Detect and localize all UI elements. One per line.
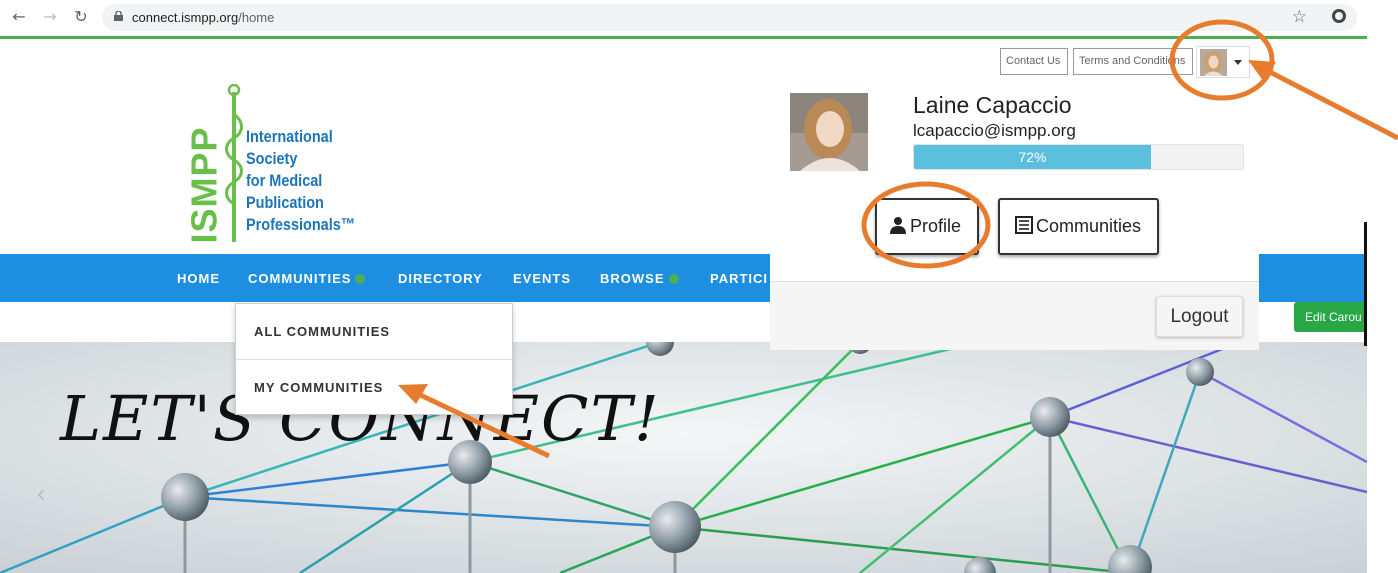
edit-carousel-button[interactable]: Edit Carou — [1294, 302, 1367, 332]
extension-icon[interactable] — [1332, 9, 1346, 23]
nav-communities[interactable]: COMMUNITIES — [248, 271, 366, 286]
profile-button-label: Profile — [910, 216, 962, 236]
profile-dropdown-footer: Logout — [770, 281, 1259, 350]
menu-item-all-communities[interactable]: ALL COMMUNITIES — [236, 304, 512, 360]
url-path: /home — [238, 10, 275, 25]
address-bar[interactable]: connect.ismpp.org/home ☆ — [102, 4, 1357, 31]
communities-button-label: Communities — [1036, 216, 1142, 236]
contact-us-button[interactable]: Contact Us — [1000, 48, 1068, 75]
back-icon[interactable]: ← — [8, 6, 30, 28]
nav-browse-label: BROWSE — [600, 271, 665, 286]
profile-completion-bar: 72% — [913, 144, 1244, 170]
user-menu-toggle[interactable] — [1196, 46, 1250, 78]
ismpp-logo[interactable]: ISMPP International Society for Medical … — [184, 84, 366, 244]
communities-button[interactable]: Communities — [998, 198, 1159, 255]
menu-item-my-communities[interactable]: MY COMMUNITIES — [236, 360, 512, 416]
logout-button[interactable]: Logout — [1156, 296, 1243, 337]
dropdown-indicator-icon — [668, 274, 679, 284]
nav-browse[interactable]: BROWSE — [600, 271, 679, 286]
logo-acronym-text: ISMPP — [183, 126, 225, 244]
star-icon[interactable]: ☆ — [1292, 7, 1307, 27]
logo-acronym: ISMPP — [184, 124, 225, 243]
page-edge-bar — [1364, 222, 1367, 346]
profile-email: lcapaccio@ismpp.org — [913, 121, 1076, 140]
profile-button[interactable]: Profile — [875, 198, 979, 255]
logo-line-5: Professionals™ — [246, 215, 356, 234]
nav-communities-label: COMMUNITIES — [248, 271, 352, 286]
nav-directory[interactable]: DIRECTORY — [398, 271, 483, 286]
profile-photo — [790, 93, 868, 171]
url-host: connect.ismpp.org — [132, 10, 239, 25]
avatar-thumbnail — [1200, 49, 1227, 76]
communities-dropdown: ALL COMMUNITIES MY COMMUNITIES — [235, 303, 513, 415]
logo-line-4: Publication — [246, 193, 324, 212]
browser-toolbar: ← → ↻ connect.ismpp.org/home ☆ — [0, 0, 1370, 36]
logo-line-2: Society — [246, 149, 298, 168]
user-profile-dropdown: Laine Capaccio lcapaccio@ismpp.org 72% P… — [770, 83, 1259, 350]
caduceus-icon — [225, 84, 243, 242]
user-icon — [890, 217, 906, 234]
profile-name: Laine Capaccio — [913, 92, 1072, 118]
forward-icon[interactable]: → — [39, 6, 61, 28]
url-text: connect.ismpp.org/home — [132, 10, 274, 25]
nav-home[interactable]: HOME — [177, 271, 220, 286]
network-image — [0, 342, 1367, 573]
lock-icon — [114, 11, 123, 21]
logo-wordmark: International Society for Medical Public… — [246, 126, 355, 236]
logo-line-1: International — [246, 127, 333, 146]
reload-icon[interactable]: ↻ — [70, 6, 92, 28]
logo-line-3: for Medical — [246, 171, 323, 190]
nav-participate[interactable]: PARTICI — [710, 271, 768, 286]
list-icon — [1015, 216, 1033, 234]
hero-carousel: LET'S CONNECT! ‹ — [0, 342, 1367, 573]
carousel-prev-icon[interactable]: ‹ — [36, 480, 46, 508]
progress-label: 72% — [1018, 149, 1047, 165]
arrow-icon — [1248, 60, 1398, 141]
dropdown-indicator-icon — [355, 274, 366, 284]
terms-button[interactable]: Terms and Conditions — [1073, 48, 1193, 75]
page: ← → ↻ connect.ismpp.org/home ☆ Contact U… — [0, 0, 1398, 573]
caret-down-icon — [1234, 60, 1242, 65]
header-rule — [0, 36, 1367, 39]
nav-events[interactable]: EVENTS — [513, 271, 571, 286]
